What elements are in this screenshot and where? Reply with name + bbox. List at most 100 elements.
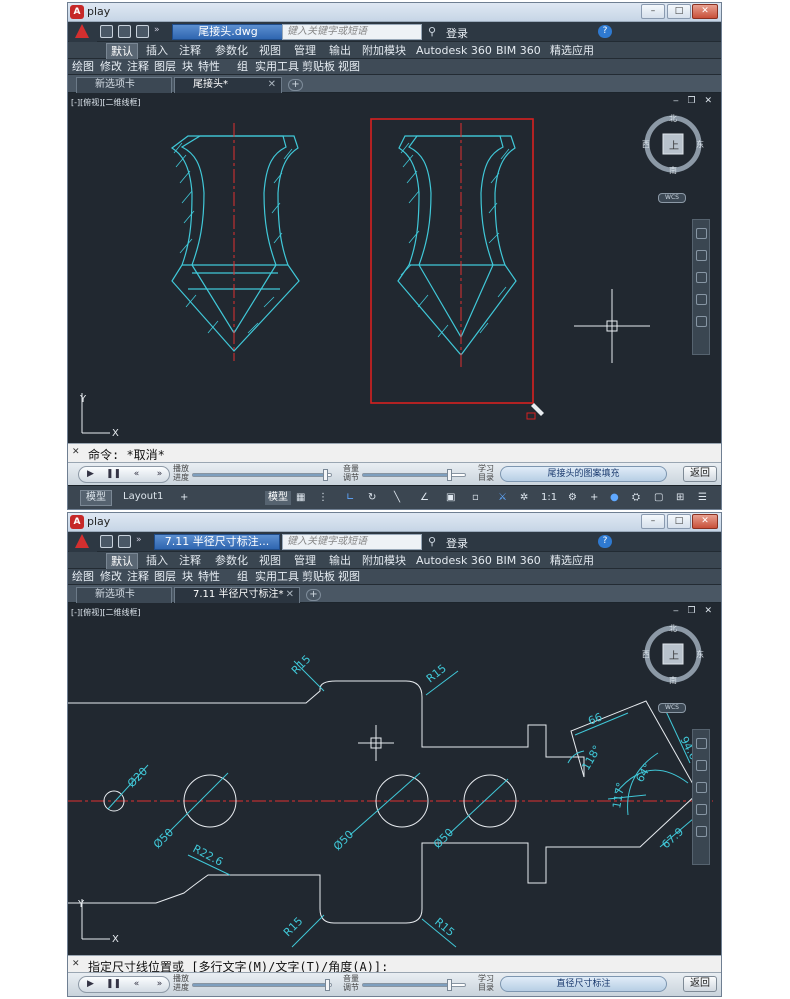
open-file-icon[interactable]: [118, 535, 131, 548]
application-menu-button[interactable]: [69, 532, 97, 552]
close-command-icon[interactable]: ✕: [72, 959, 80, 969]
forward-icon[interactable]: »: [148, 977, 171, 992]
ribbon-tab[interactable]: 默认: [106, 553, 138, 569]
pan-icon[interactable]: [696, 760, 707, 771]
panel-view[interactable]: 视图: [338, 570, 360, 584]
tab-layout1[interactable]: Layout1: [118, 490, 168, 504]
tab-new[interactable]: 新选项卡: [76, 77, 172, 93]
hardware-acceleration-icon[interactable]: ⛭: [632, 491, 640, 504]
progress-knob[interactable]: [325, 979, 330, 991]
ribbon-tab[interactable]: 注释: [179, 43, 201, 58]
command-line[interactable]: ✕ 命令: *取消*: [68, 443, 721, 463]
orbit-icon[interactable]: [696, 294, 707, 305]
autoscale-icon[interactable]: ✲: [520, 491, 528, 504]
panel-clipboard[interactable]: 剪贴板: [302, 60, 335, 74]
search-input[interactable]: 键入关键字或短语: [282, 534, 422, 550]
play-icon[interactable]: ▶: [79, 977, 102, 992]
panel-block[interactable]: 块: [182, 60, 193, 74]
viewcube-east[interactable]: 东: [696, 649, 704, 660]
progress-slider[interactable]: [192, 469, 332, 481]
panel-properties[interactable]: 特性: [198, 570, 220, 584]
login-link[interactable]: 登录: [446, 535, 468, 551]
viewcube[interactable]: 上 北 南 东 西: [642, 113, 704, 175]
tab-drawing[interactable]: 尾接头* ✕: [174, 77, 282, 93]
panel-modify[interactable]: 修改: [100, 60, 122, 74]
isolate-objects-icon[interactable]: ●: [610, 491, 619, 504]
wcs-menu[interactable]: WCS: [658, 703, 686, 713]
polar-icon[interactable]: ↻: [368, 491, 376, 504]
ribbon-tab[interactable]: 管理: [294, 553, 316, 568]
panel-group[interactable]: 组: [237, 570, 248, 584]
ribbon-tab[interactable]: BIM 360: [496, 553, 541, 568]
forward-icon[interactable]: »: [148, 467, 171, 482]
minimize-button[interactable]: –: [641, 514, 665, 529]
menu-icon[interactable]: ☰: [698, 491, 707, 504]
binoculars-icon[interactable]: ⚲: [428, 535, 436, 548]
close-command-icon[interactable]: ✕: [72, 447, 80, 457]
ribbon-tab[interactable]: 视图: [259, 553, 281, 568]
panel-clipboard[interactable]: 剪贴板: [302, 570, 335, 584]
panel-draw[interactable]: 绘图: [72, 570, 94, 584]
ribbon-tab[interactable]: 参数化: [215, 43, 248, 58]
ribbon-tab[interactable]: 精选应用: [550, 553, 594, 568]
pause-icon[interactable]: ❚❚: [102, 977, 125, 992]
ribbon-tab[interactable]: 视图: [259, 43, 281, 58]
selection-cycling-icon[interactable]: ▫: [472, 491, 479, 504]
panel-properties[interactable]: 特性: [198, 60, 220, 74]
panel-annotate[interactable]: 注释: [127, 570, 149, 584]
search-input[interactable]: 键入关键字或短语: [282, 24, 422, 40]
play-icon[interactable]: ▶: [79, 467, 102, 482]
model-space-button[interactable]: 模型: [265, 491, 291, 505]
ribbon-tab[interactable]: BIM 360: [496, 43, 541, 58]
panel-modify[interactable]: 修改: [100, 570, 122, 584]
tab-new[interactable]: 新选项卡: [76, 587, 172, 603]
binoculars-icon[interactable]: ⚲: [428, 25, 436, 38]
viewcube-south[interactable]: 南: [669, 675, 677, 686]
drawing-canvas[interactable]: [-][俯视][二维线框] ‒ ❐ ✕: [68, 603, 721, 955]
snap-icon[interactable]: ⋮: [318, 491, 328, 504]
viewcube-north[interactable]: 北: [669, 113, 677, 124]
osnap-icon[interactable]: ╲: [394, 491, 400, 504]
more-tools-icon[interactable]: »: [154, 25, 167, 38]
viewcube-west[interactable]: 西: [642, 139, 650, 150]
viewcube-west[interactable]: 西: [642, 649, 650, 660]
maximize-button[interactable]: □: [667, 514, 691, 529]
viewcube-top[interactable]: 上: [669, 647, 679, 662]
annotation-visibility-icon[interactable]: ⚔: [498, 491, 507, 504]
ribbon-tab[interactable]: 精选应用: [550, 43, 594, 58]
tab-model[interactable]: 模型: [80, 490, 112, 506]
open-file-icon[interactable]: [118, 25, 131, 38]
panel-layers[interactable]: 图层: [154, 570, 176, 584]
ribbon-tab[interactable]: 输出: [329, 43, 351, 58]
ortho-icon[interactable]: ∟: [346, 491, 354, 504]
panel-annotate[interactable]: 注释: [127, 60, 149, 74]
volume-knob[interactable]: [447, 979, 452, 991]
maximize-button[interactable]: □: [667, 4, 691, 19]
login-link[interactable]: 登录: [446, 25, 468, 41]
ribbon-tab[interactable]: 参数化: [215, 553, 248, 568]
ribbon-tab[interactable]: 输出: [329, 553, 351, 568]
ribbon-tab[interactable]: Autodesk 360: [416, 553, 492, 568]
new-file-icon[interactable]: [100, 25, 113, 38]
viewcube-east[interactable]: 东: [696, 139, 704, 150]
panel-group[interactable]: 组: [237, 60, 248, 74]
clean-screen-icon[interactable]: ▢: [654, 491, 663, 504]
wcs-menu[interactable]: WCS: [658, 193, 686, 203]
ribbon-tab[interactable]: Autodesk 360: [416, 43, 492, 58]
add-tab-icon[interactable]: +: [306, 589, 321, 601]
file-name-tab[interactable]: 7.11 半径尺寸标注...: [154, 534, 280, 550]
grid-icon[interactable]: ▦: [296, 491, 305, 504]
add-layout-icon[interactable]: +: [180, 491, 188, 504]
viewcube-north[interactable]: 北: [669, 623, 677, 634]
orbit-icon[interactable]: [696, 804, 707, 815]
steering-wheel-icon[interactable]: [696, 738, 707, 749]
add-tab-icon[interactable]: +: [288, 79, 303, 91]
progress-slider[interactable]: [192, 979, 332, 991]
panel-layers[interactable]: 图层: [154, 60, 176, 74]
volume-slider[interactable]: [362, 979, 466, 991]
showmotion-icon[interactable]: [696, 826, 707, 837]
viewcube[interactable]: 上 北 南 东 西: [642, 623, 704, 685]
otrack-icon[interactable]: ∠: [420, 491, 429, 504]
new-file-icon[interactable]: [100, 535, 113, 548]
ribbon-tab[interactable]: 插入: [146, 553, 168, 568]
